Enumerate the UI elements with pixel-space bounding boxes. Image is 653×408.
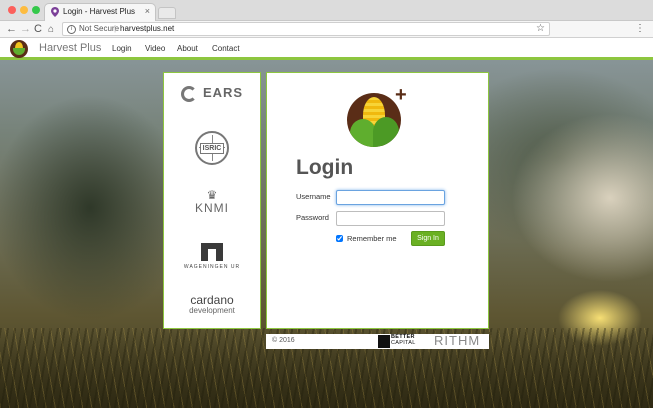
page-title: Login xyxy=(296,156,354,179)
back-arrow-icon[interactable]: ← xyxy=(6,23,17,36)
nav-link-contact[interactable]: Contact xyxy=(212,44,240,53)
site-brand[interactable]: Harvest Plus xyxy=(39,42,101,54)
nav-link-video[interactable]: Video xyxy=(145,44,165,53)
rithm-logo: RITHM xyxy=(434,333,481,348)
url-text[interactable]: harvestplus.net xyxy=(120,24,174,33)
partner-knmi-label: KNMI xyxy=(195,201,229,215)
partner-cardano-sublabel: development xyxy=(189,306,235,315)
password-field[interactable] xyxy=(336,211,445,226)
location-pin-icon xyxy=(51,7,59,17)
ears-logo-icon xyxy=(180,86,197,103)
close-window-button[interactable] xyxy=(8,6,16,14)
info-icon[interactable]: i xyxy=(67,25,76,34)
copyright-text: © 2016 xyxy=(272,337,295,344)
site-navbar: Harvest Plus Login Video About Contact xyxy=(0,38,653,60)
reload-icon[interactable]: C xyxy=(34,23,42,36)
minimize-window-button[interactable] xyxy=(20,6,28,14)
url-separator: | xyxy=(114,24,117,33)
plus-icon: + xyxy=(395,84,407,106)
remember-me-label[interactable]: Remember me xyxy=(347,234,397,243)
username-field[interactable] xyxy=(336,190,445,205)
wageningen-logo-icon xyxy=(201,243,223,261)
login-footer: © 2016 BETTER CAPITAL RITHM xyxy=(266,334,489,349)
partner-logos-panel: EARS ISRIC ♛ KNMI WAGENINGEN UR cardano … xyxy=(163,72,261,329)
nav-link-about[interactable]: About xyxy=(177,44,198,53)
better-capital-logo: BETTER CAPITAL xyxy=(391,334,416,346)
partner-ears-label: EARS xyxy=(202,85,244,100)
partner-wageningen: WAGENINGEN UR xyxy=(164,243,260,270)
browser-tab[interactable]: Login - Harvest Plus × xyxy=(44,3,156,21)
better-capital-logo-icon xyxy=(378,335,390,348)
partner-isric: ISRIC xyxy=(164,131,260,168)
page-content: Harvest Plus Login Video About Contact E… xyxy=(0,38,653,408)
browser-toolbar: ← → C ⌂ i Not Secure | harvestplus.net ☆… xyxy=(0,21,653,38)
nav-link-login[interactable]: Login xyxy=(112,44,132,53)
capital-label: CAPITAL xyxy=(391,340,416,346)
remember-me-checkbox[interactable] xyxy=(336,235,343,242)
bookmark-star-icon[interactable]: ☆ xyxy=(536,23,545,34)
partner-cardano-label: cardano xyxy=(190,293,234,307)
partner-ears: EARS xyxy=(164,85,260,103)
zoom-window-button[interactable] xyxy=(32,6,40,14)
harvest-plus-corn-logo-icon xyxy=(347,93,401,147)
browser-tab-bar: Login - Harvest Plus × xyxy=(0,0,653,21)
globe-icon: ISRIC xyxy=(195,131,229,165)
partner-isric-label: ISRIC xyxy=(200,143,224,154)
partner-wageningen-label: WAGENINGEN UR xyxy=(183,264,241,270)
forward-arrow-icon[interactable]: → xyxy=(20,23,31,36)
address-bar[interactable]: i Not Secure | harvestplus.net ☆ xyxy=(62,22,550,36)
username-label: Username xyxy=(296,192,331,201)
close-tab-icon[interactable]: × xyxy=(145,6,150,16)
tab-title: Login - Harvest Plus xyxy=(63,7,136,16)
browser-menu-icon[interactable]: ⋮ xyxy=(635,23,645,35)
partner-knmi: ♛ KNMI xyxy=(164,189,260,215)
login-panel: + Login Username Password Remember me Si… xyxy=(266,72,489,329)
crown-icon: ♛ xyxy=(206,188,218,202)
home-icon[interactable]: ⌂ xyxy=(48,23,54,36)
new-tab-button[interactable] xyxy=(158,7,176,19)
partner-cardano: cardano development xyxy=(164,293,260,315)
password-label: Password xyxy=(296,213,329,222)
sign-in-button[interactable]: Sign In xyxy=(411,231,445,246)
